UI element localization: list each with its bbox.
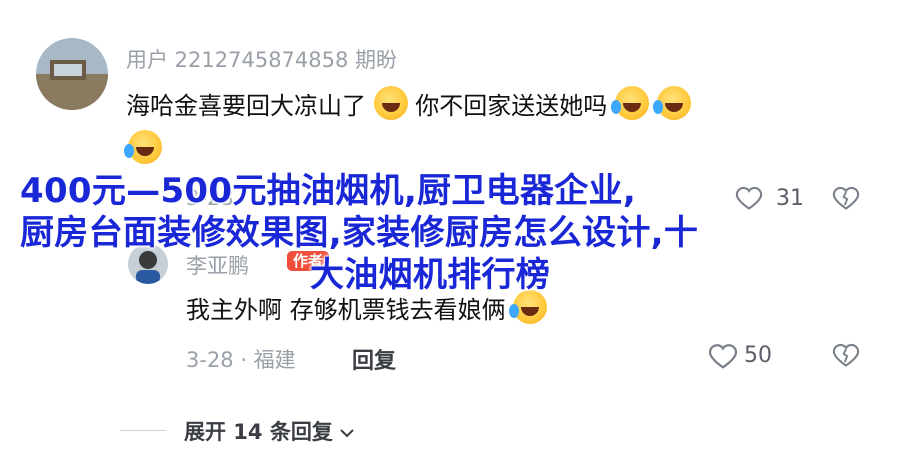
- reply-dislike-button[interactable]: [832, 341, 860, 373]
- grin-emoji-icon: [373, 86, 408, 120]
- laugh-cry-emoji-icon: [124, 130, 162, 164]
- comment-text-part1: 海哈金喜要回大凉山了: [126, 92, 366, 120]
- reply-text-body: 我主外啊 存够机票钱去看娘俩: [186, 296, 506, 324]
- expand-replies-label: 展开 14 条回复: [184, 420, 333, 444]
- overlay-line-1: 400元—500元抽油烟机,厨卫电器企业,: [20, 171, 637, 211]
- chevron-down-icon: [340, 429, 354, 438]
- overlay-line-3: 大油烟机排行榜: [310, 255, 551, 295]
- commenter-username[interactable]: 用户 2212745874858 期盼: [126, 44, 397, 74]
- reply-like-count: 50: [744, 343, 772, 368]
- comment-emoji-row: [124, 130, 162, 164]
- heart-outline-icon: [708, 344, 738, 369]
- comment-text: 海哈金喜要回大凉山了 你不回家送送她吗: [126, 86, 691, 121]
- expand-replies-button[interactable]: 展开 14 条回复: [184, 416, 356, 446]
- overlay-caption: 400元—500元抽油烟机,厨卫电器企业, 厨房台面装修效果图,家装修厨房怎么设…: [20, 170, 880, 296]
- reply-like-button[interactable]: [708, 341, 738, 375]
- laugh-cry-emoji-icon: [610, 86, 649, 120]
- overlay-line-2: 厨房台面装修效果图,家装修厨房怎么设计,十: [20, 213, 699, 253]
- comment-text-part2: 你不回家送送她吗: [415, 92, 608, 120]
- divider: [120, 430, 166, 431]
- commenter-avatar[interactable]: [36, 38, 108, 110]
- reply-date-location: 3-28 · 福建: [186, 348, 296, 372]
- reply-button[interactable]: 回复: [352, 343, 396, 375]
- laugh-cry-emoji-icon: [652, 86, 691, 120]
- broken-heart-icon: [832, 343, 860, 367]
- avatar-image: [36, 38, 108, 110]
